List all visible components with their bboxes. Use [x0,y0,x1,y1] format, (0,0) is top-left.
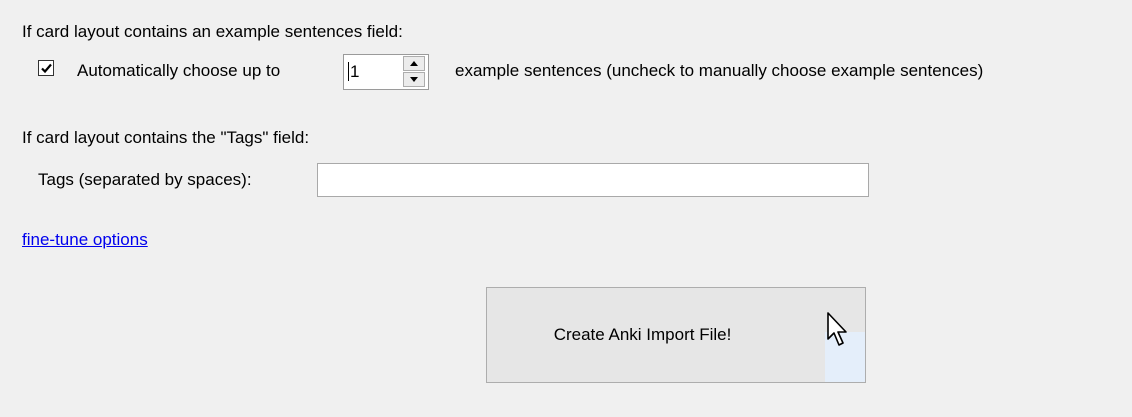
button-hover-highlight [825,332,865,382]
spin-down-button[interactable] [403,72,425,87]
auto-choose-label[interactable]: Automatically choose up to [77,61,280,81]
options-panel: If card layout contains an example sente… [0,0,1132,417]
spin-up-arrow-icon [410,61,418,66]
spin-down-arrow-icon [410,77,418,82]
auto-choose-checkbox[interactable] [38,60,54,76]
create-anki-import-button-label: Create Anki Import File! [553,325,732,344]
spinner-buttons [403,56,427,88]
tags-field-label: Tags (separated by spaces): [38,170,252,189]
sentence-count-spinner[interactable]: 1 [343,54,429,90]
example-sentences-section-label: If card layout contains an example sente… [22,22,403,41]
create-anki-import-button[interactable]: Create Anki Import File! [486,287,866,383]
spin-up-button[interactable] [403,56,425,71]
tags-section-label: If card layout contains the "Tags" field… [22,128,310,147]
tags-input[interactable] [317,163,869,197]
example-sentences-suffix-label: example sentences (uncheck to manually c… [455,61,984,80]
check-mark-icon [41,63,52,74]
sentence-count-value[interactable]: 1 [348,62,359,81]
fine-tune-options-link[interactable]: fine-tune options [22,230,148,250]
